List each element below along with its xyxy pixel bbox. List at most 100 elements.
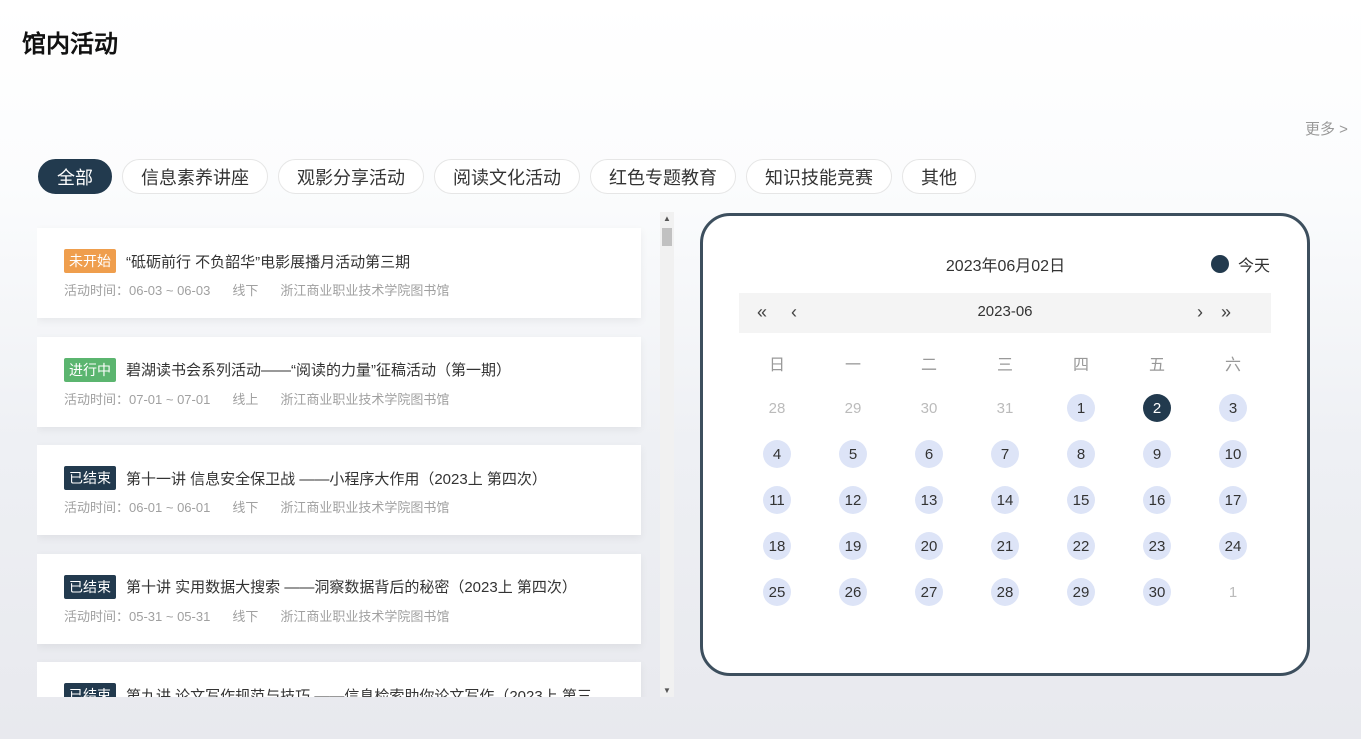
weekday: 日 — [768, 357, 785, 374]
today-button[interactable]: 今天 — [1211, 252, 1270, 276]
weekday: 五 — [1148, 357, 1165, 374]
day-cell[interactable]: 24 — [1219, 532, 1247, 560]
day-cell[interactable]: 14 — [991, 486, 1019, 514]
weekday: 一 — [844, 357, 861, 374]
day-cell[interactable]: 15 — [1067, 486, 1095, 514]
activity-title[interactable]: 第十一讲 信息安全保卫战 ——小程序大作用（2023上 第四次） — [126, 468, 547, 489]
more-link[interactable]: 更多 > — [1305, 118, 1348, 139]
activity-time: 活动时间：06-01 ~ 06-01 — [64, 500, 211, 515]
day-cell[interactable]: 22 — [1067, 532, 1095, 560]
activity-card[interactable]: 未开始 “砥砺前行 不负韶华”电影展播月活动第三期活动时间：06-03 ~ 06-… — [37, 228, 641, 318]
scrollbar-thumb[interactable] — [662, 228, 672, 246]
activity-place: 浙江商业职业技术学院图书馆 — [280, 283, 450, 298]
calendar: 2023年06月02日 今天 2023-06 « ‹ › » 日一二三四五六 28… — [700, 213, 1310, 676]
day-cell[interactable]: 11 — [763, 486, 791, 514]
day-cell[interactable]: 30 — [1143, 578, 1171, 606]
tab-2[interactable]: 观影分享活动 — [278, 159, 424, 194]
day-cell[interactable]: 6 — [915, 440, 943, 468]
week-row: 11 12 13 14 15 16 17 — [739, 477, 1271, 523]
activity-header: 已结束 第十一讲 信息安全保卫战 ——小程序大作用（2023上 第四次） — [64, 466, 619, 490]
activity-title[interactable]: 第十讲 实用数据大搜索 ——洞察数据背后的秘密（2023上 第四次） — [126, 576, 577, 597]
activity-mode: 线下 — [232, 500, 259, 515]
week-row: 18 19 20 21 22 23 24 — [739, 523, 1271, 569]
day-cell[interactable]: 1 — [1219, 578, 1247, 606]
day-cell[interactable]: 10 — [1219, 440, 1247, 468]
activity-card[interactable]: 已结束 第十一讲 信息安全保卫战 ——小程序大作用（2023上 第四次） 活动时间：… — [37, 445, 641, 535]
day-cell[interactable]: 19 — [839, 532, 867, 560]
tab-6[interactable]: 其他 — [902, 159, 976, 194]
day-cell[interactable]: 29 — [839, 394, 867, 422]
scroll-up-icon[interactable]: ▲ — [663, 214, 671, 223]
activity-time: 活动时间：06-03 ~ 06-03 — [64, 283, 211, 298]
activity-title[interactable]: “砥砺前行 不负韶华”电影展播月活动第三期 — [126, 251, 410, 272]
activity-meta: 活动时间：07-01 ~ 07-01 线上 浙江商业职业技术学院图书馆 — [64, 389, 449, 408]
day-cell[interactable]: 12 — [839, 486, 867, 514]
activity-card[interactable]: 已结束 第九讲 论文写作规范与技巧 ——信息检索助你论文写作（2023上 第三次） — [37, 662, 641, 697]
status-badge: 进行中 — [64, 357, 116, 382]
activity-mode: 线上 — [232, 391, 259, 407]
day-cell[interactable]: 3 — [1219, 394, 1247, 422]
day-cell[interactable]: 9 — [1143, 440, 1171, 468]
activity-header: 未开始 “砥砺前行 不负韶华”电影展播月活动第三期 — [64, 249, 619, 273]
next-month-icon[interactable]: › — [1197, 303, 1203, 321]
day-cell[interactable]: 18 — [763, 532, 791, 560]
activity-list: 已结束 第九讲 论文写作规范与技巧 ——信息检索助你论文写作（2023上 第三次）… — [37, 212, 675, 697]
month-label: 2023-06 — [977, 303, 1033, 320]
day-cell[interactable]: 23 — [1143, 532, 1171, 560]
weekday: 三 — [996, 357, 1013, 374]
day-cell[interactable]: 17 — [1219, 486, 1247, 514]
scrollbar[interactable]: ▲ ▼ — [660, 212, 674, 697]
activity-place: 浙江商业职业技术学院图书馆 — [280, 608, 450, 624]
week-row: 28 29 30 31 1 2 3 — [739, 385, 1271, 431]
day-cell[interactable]: 1 — [1067, 394, 1095, 422]
activity-place: 浙江商业职业技术学院图书馆 — [280, 500, 450, 515]
prev-year-icon[interactable]: « — [757, 303, 767, 321]
day-cell[interactable]: 25 — [763, 578, 791, 606]
tab-4[interactable]: 红色专题教育 — [590, 159, 736, 194]
week-row: 4 5 6 7 8 9 10 — [739, 431, 1271, 477]
activity-place: 浙江商业职业技术学院图书馆 — [280, 391, 450, 407]
day-cell[interactable]: 28 — [763, 394, 791, 422]
scroll-down-icon[interactable]: ▼ — [663, 686, 671, 695]
weekday: 六 — [1224, 357, 1241, 374]
day-cell[interactable]: 5 — [839, 440, 867, 468]
day-cell[interactable]: 20 — [915, 532, 943, 560]
tab-3[interactable]: 阅读文化活动 — [434, 159, 580, 194]
day-cell[interactable]: 30 — [915, 394, 943, 422]
day-cell[interactable]: 13 — [915, 486, 943, 514]
day-cell[interactable]: 2 — [1143, 394, 1171, 422]
tab-1[interactable]: 信息素养讲座 — [122, 159, 268, 194]
weekday: 二 — [920, 357, 937, 374]
day-cell[interactable]: 28 — [991, 578, 1019, 606]
today-label: 今天 — [1238, 258, 1271, 275]
day-cell[interactable]: 16 — [1143, 486, 1171, 514]
day-cell[interactable]: 4 — [763, 440, 791, 468]
status-badge: 已结束 — [64, 574, 116, 599]
activity-meta: 活动时间：06-03 ~ 06-03 线下 浙江商业职业技术学院图书馆 — [64, 280, 449, 299]
day-cell[interactable]: 21 — [991, 532, 1019, 560]
day-cell[interactable]: 29 — [1067, 578, 1095, 606]
activity-meta: 活动时间：06-01 ~ 06-01 线下 浙江商业职业技术学院图书馆 — [64, 497, 449, 516]
activity-title[interactable]: 第九讲 论文写作规范与技巧 ——信息检索助你论文写作（2023上 第三次） — [126, 685, 619, 698]
weekday-header: 日一二三四五六 — [739, 351, 1271, 385]
activity-header: 已结束 第十讲 实用数据大搜索 ——洞察数据背后的秘密（2023上 第四次） — [64, 574, 619, 599]
day-cell[interactable]: 8 — [1067, 440, 1095, 468]
activity-title[interactable]: 碧湖读书会系列活动——“阅读的力量”征稿活动（第一期） — [126, 359, 511, 380]
activity-meta: 活动时间：05-31 ~ 05-31 线下 浙江商业职业技术学院图书馆 — [64, 606, 449, 625]
day-cell[interactable]: 26 — [839, 578, 867, 606]
day-cell[interactable]: 31 — [991, 394, 1019, 422]
activity-time: 活动时间：05-31 ~ 05-31 — [64, 608, 211, 624]
tab-0[interactable]: 全部 — [38, 159, 112, 194]
activity-time: 活动时间：07-01 ~ 07-01 — [64, 391, 211, 407]
next-year-icon[interactable]: » — [1221, 303, 1231, 321]
activity-card[interactable]: 已结束 第十讲 实用数据大搜索 ——洞察数据背后的秘密（2023上 第四次） 活动时… — [37, 553, 641, 644]
today-dot-icon — [1211, 255, 1229, 273]
day-cell[interactable]: 27 — [915, 578, 943, 606]
calendar-grid: 日一二三四五六 28 29 30 31 1 2 3 4 5 6 7 8 9 10 11 12 13 14 15 16 17… — [739, 351, 1271, 615]
activity-header: 进行中 碧湖读书会系列活动——“阅读的力量”征稿活动（第一期） — [64, 357, 619, 382]
activity-card[interactable]: 进行中 碧湖读书会系列活动——“阅读的力量”征稿活动（第一期） 活动时间：07-01… — [37, 336, 641, 427]
day-cell[interactable]: 7 — [991, 440, 1019, 468]
status-badge: 已结束 — [64, 466, 116, 490]
prev-month-icon[interactable]: ‹ — [791, 303, 797, 321]
tab-5[interactable]: 知识技能竞赛 — [746, 159, 892, 194]
